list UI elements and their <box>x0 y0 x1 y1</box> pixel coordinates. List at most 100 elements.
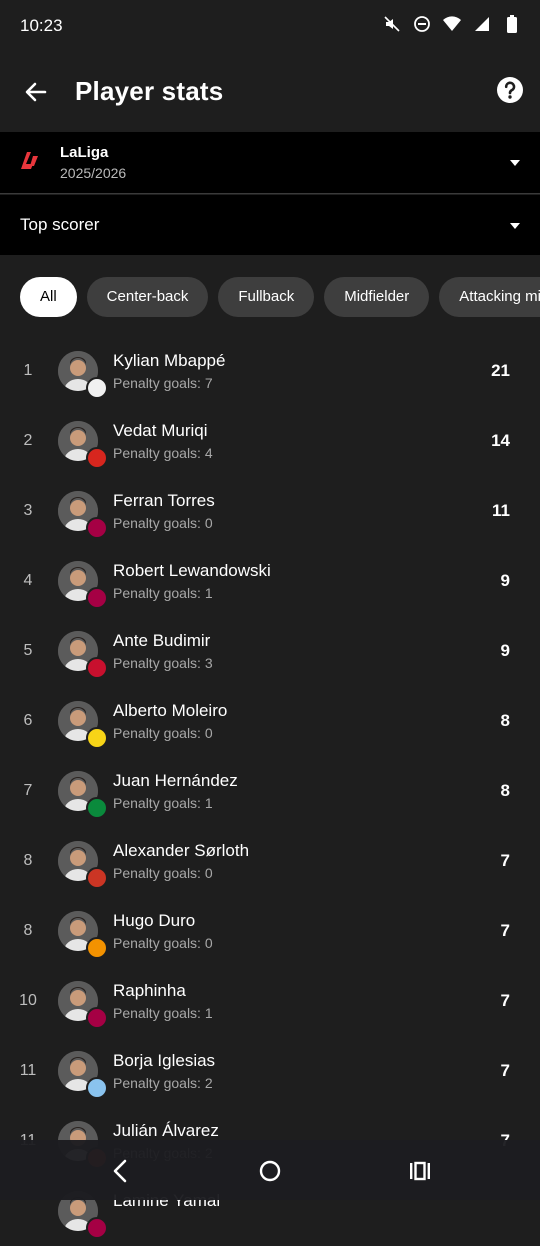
player-penalty-goals: Penalty goals: 1 <box>113 1005 213 1021</box>
club-badge-icon <box>86 1217 108 1239</box>
player-goals: 9 <box>500 571 510 590</box>
player-row[interactable]: 10 Raphinha Penalty goals: 1 7 <box>0 966 540 1036</box>
player-penalty-goals: Penalty goals: 1 <box>113 585 213 601</box>
player-penalty-goals: Penalty goals: 1 <box>113 795 213 811</box>
player-name: Vedat Muriqi <box>113 421 208 440</box>
player-penalty-goals: Penalty goals: 3 <box>113 655 213 671</box>
player-penalty-goals: Penalty goals: 0 <box>113 725 213 741</box>
laliga-logo <box>21 152 38 169</box>
player-goals: 21 <box>491 361 510 380</box>
player-row[interactable]: 2 Vedat Muriqi Penalty goals: 4 14 <box>0 406 540 476</box>
status-bar: 10:23 <box>0 0 540 54</box>
do-not-disturb-icon <box>412 14 432 34</box>
chip-center-back[interactable]: Center-back <box>86 277 209 317</box>
club-badge-icon <box>86 867 108 889</box>
player-rank: 8 <box>23 852 33 869</box>
player-name: Ferran Torres <box>113 491 215 510</box>
signal-icon <box>472 14 492 34</box>
league-name: LaLiga <box>60 144 109 161</box>
player-rank: 4 <box>23 572 33 589</box>
player-row[interactable]: 11 Borja Iglesias Penalty goals: 2 7 <box>0 1036 540 1106</box>
player-goals: 9 <box>500 641 510 660</box>
club-badge-icon <box>86 797 108 819</box>
nav-recents-icon[interactable] <box>407 1158 433 1184</box>
nav-home-icon[interactable] <box>257 1158 283 1184</box>
club-badge-icon <box>86 937 108 959</box>
player-rank: 11 <box>19 1062 37 1079</box>
caret-down-icon <box>510 223 520 229</box>
player-rank: 8 <box>23 922 33 939</box>
player-name: Raphinha <box>113 981 186 1000</box>
player-row[interactable]: 8 Hugo Duro Penalty goals: 0 7 <box>0 896 540 966</box>
caret-down-icon <box>510 160 520 166</box>
player-name: Alberto Moleiro <box>113 701 228 720</box>
help-circle-icon[interactable] <box>496 76 524 104</box>
arrow-left-icon <box>25 82 47 102</box>
divider <box>0 193 540 194</box>
mute-icon <box>382 14 402 34</box>
status-time: 10:23 <box>20 16 63 35</box>
club-badge-icon <box>86 517 108 539</box>
player-goals: 7 <box>500 991 510 1010</box>
player-goals: 7 <box>500 851 510 870</box>
chip-fullback[interactable]: Fullback <box>218 277 315 317</box>
player-goals: 7 <box>500 921 510 940</box>
back-button[interactable] <box>18 74 54 110</box>
player-row[interactable]: 1 Kylian Mbappé Penalty goals: 7 21 <box>0 336 540 406</box>
league-season: 2025/2026 <box>60 165 127 181</box>
player-name: Borja Iglesias <box>113 1051 216 1070</box>
club-badge-icon <box>86 447 108 469</box>
chip-attacking-midfielder[interactable]: Attacking midfielder <box>439 277 540 317</box>
battery-icon <box>502 14 522 34</box>
player-name: Julián Álvarez <box>113 1121 219 1140</box>
page-title: Player stats <box>75 76 224 106</box>
player-goals: 8 <box>500 711 510 730</box>
player-penalty-goals: Penalty goals: 0 <box>113 865 213 881</box>
player-penalty-goals: Penalty goals: 0 <box>113 515 213 531</box>
status-icons <box>382 14 522 34</box>
position-filter-chips: All Center-back Fullback Midfielder Atta… <box>20 277 540 317</box>
league-selector[interactable]: LaLiga 2025/2026 <box>0 132 540 193</box>
player-list: 1 Kylian Mbappé Penalty goals: 7 21 2 Vedat M… <box>0 336 540 1246</box>
player-row[interactable]: 8 Alexander Sørloth Penalty goals: 0 7 <box>0 826 540 896</box>
chip-all[interactable]: All <box>20 277 77 317</box>
stat-category-label: Top scorer <box>20 215 100 234</box>
player-rank: 6 <box>23 712 33 729</box>
stat-category-selector[interactable]: Top scorer <box>0 195 540 255</box>
club-badge-icon <box>86 657 108 679</box>
player-row[interactable]: 6 Alberto Moleiro Penalty goals: 0 8 <box>0 686 540 756</box>
nav-back-icon[interactable] <box>108 1158 134 1184</box>
player-name: Alexander Sørloth <box>113 841 250 860</box>
club-badge-icon <box>86 587 108 609</box>
player-goals: 7 <box>500 1061 510 1080</box>
player-penalty-goals: Penalty goals: 7 <box>113 375 213 391</box>
player-name: Ante Budimir <box>113 631 211 650</box>
system-nav-bar <box>0 1140 540 1200</box>
player-rank: 3 <box>23 502 33 519</box>
player-row[interactable]: 4 Robert Lewandowski Penalty goals: 1 9 <box>0 546 540 616</box>
player-rank: 10 <box>19 992 37 1009</box>
player-goals: 14 <box>491 431 510 450</box>
wifi-icon <box>442 14 462 34</box>
player-penalty-goals: Penalty goals: 2 <box>113 1075 213 1091</box>
player-goals: 11 <box>492 501 510 520</box>
player-rank: 7 <box>23 782 33 799</box>
club-badge-icon <box>86 727 108 749</box>
player-name: Hugo Duro <box>113 911 196 930</box>
player-rank: 5 <box>23 642 33 659</box>
club-badge-icon <box>86 1077 108 1099</box>
player-rank: 1 <box>23 362 33 379</box>
app-bar: Player stats <box>0 56 540 130</box>
club-badge-icon <box>86 377 108 399</box>
player-row[interactable]: 3 Ferran Torres Penalty goals: 0 11 <box>0 476 540 546</box>
player-penalty-goals: Penalty goals: 0 <box>113 935 213 951</box>
chip-midfielder[interactable]: Midfielder <box>324 277 430 317</box>
club-badge-icon <box>86 1007 108 1029</box>
player-rank: 2 <box>23 432 33 449</box>
player-name: Robert Lewandowski <box>113 561 271 580</box>
player-row[interactable]: 5 Ante Budimir Penalty goals: 3 9 <box>0 616 540 686</box>
player-penalty-goals: Penalty goals: 4 <box>113 445 213 461</box>
player-row[interactable]: 7 Juan Hernández Penalty goals: 1 8 <box>0 756 540 826</box>
player-name: Kylian Mbappé <box>113 351 226 370</box>
player-name: Juan Hernández <box>113 771 238 790</box>
